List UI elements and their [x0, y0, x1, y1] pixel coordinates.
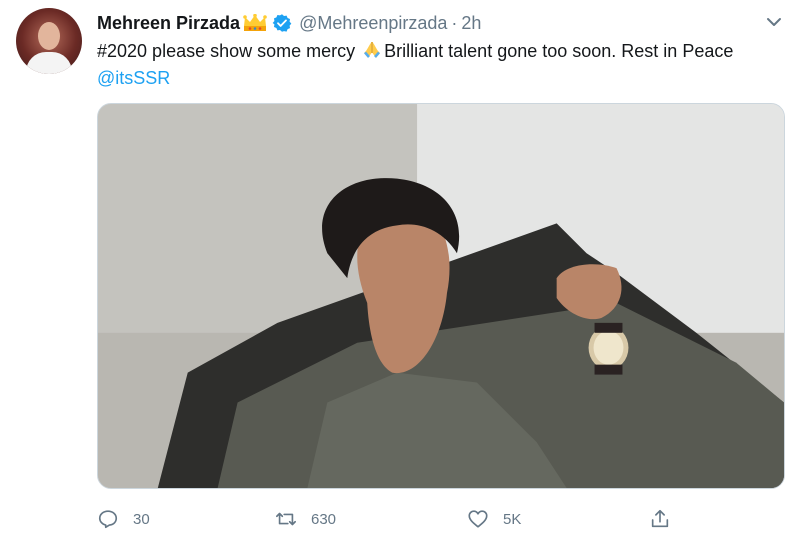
verified-badge-icon: [272, 14, 292, 32]
separator-dot: ·: [451, 12, 458, 33]
action-bar: 30 630 5K: [97, 506, 777, 532]
tweet-text: #2020 please show some mercy Brilliant t…: [97, 38, 777, 92]
tweet-photo[interactable]: [97, 103, 785, 489]
heart-icon: [468, 510, 488, 528]
share-icon: [651, 509, 669, 528]
retweet-icon: [276, 512, 296, 526]
timestamp[interactable]: 2h: [461, 13, 481, 34]
chevron-down-icon[interactable]: [764, 12, 784, 32]
reply-button[interactable]: 30: [97, 506, 150, 532]
like-count: 5K: [503, 510, 522, 528]
portrait-photo: [98, 104, 784, 488]
tweet-text-part2: Brilliant talent gone too soon. Rest in …: [384, 41, 734, 61]
crown-emoji-icon: [243, 14, 267, 31]
avatar-shirt: [26, 52, 72, 74]
tweet-text-part1: #2020 please show some mercy: [97, 41, 361, 61]
reply-icon: [98, 510, 118, 529]
author-name[interactable]: Mehreen Pirzada: [97, 13, 240, 34]
like-button[interactable]: 5K: [467, 506, 521, 532]
tweet-header: Mehreen Pirzada @Mehreenpirzada · 2h: [97, 10, 481, 36]
avatar[interactable]: [16, 8, 82, 74]
retweet-button[interactable]: 630: [275, 506, 336, 532]
reply-count: 30: [133, 510, 150, 528]
tweet-card[interactable]: Mehreen Pirzada @Mehreenpirzada · 2h #20…: [0, 0, 800, 536]
folded-hands-emoji-icon: [364, 42, 381, 58]
mention-link[interactable]: @itsSSR: [97, 68, 170, 88]
author-handle[interactable]: @Mehreenpirzada: [299, 13, 447, 34]
avatar-face: [38, 22, 60, 50]
share-button[interactable]: [649, 506, 685, 532]
retweet-count: 630: [311, 510, 337, 528]
